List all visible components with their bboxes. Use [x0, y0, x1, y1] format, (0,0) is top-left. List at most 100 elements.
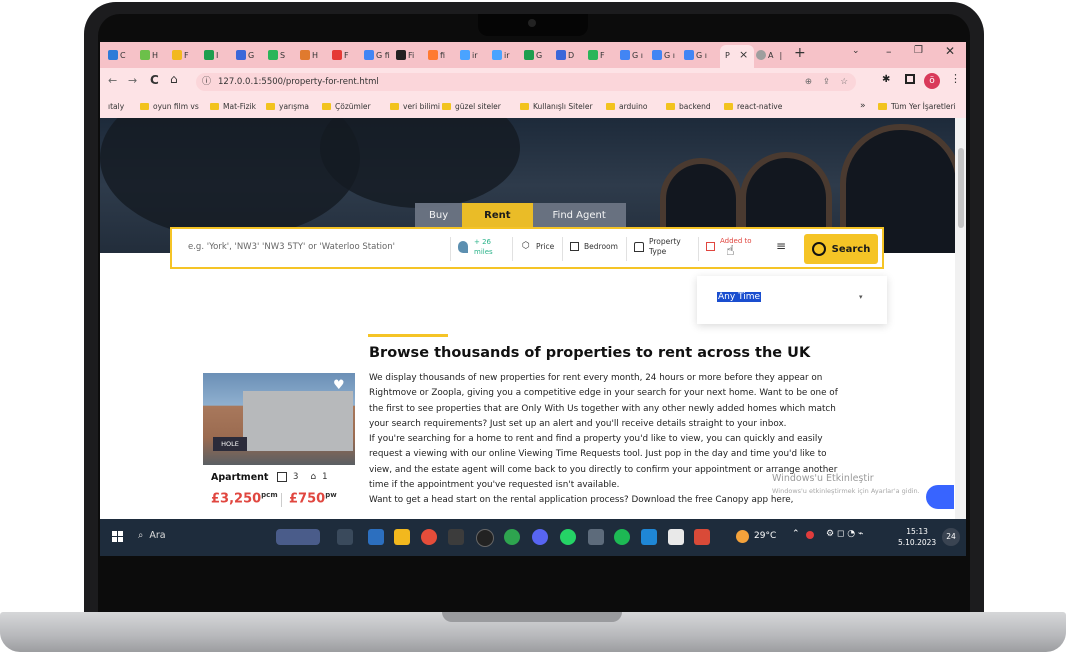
bookmark-item[interactable]: yarışma [266, 102, 309, 111]
clock[interactable]: 15:13 5.10.2023 [898, 526, 936, 548]
kebab-menu-icon[interactable]: ⋮ [950, 72, 961, 85]
tray-app-icon[interactable] [806, 531, 814, 539]
bookmark-label: Mat-Fizik [223, 102, 256, 111]
close-tab-icon[interactable]: × [739, 48, 748, 61]
reload-icon[interactable]: C [150, 73, 159, 87]
windows-start-icon[interactable] [112, 531, 124, 543]
added-to-dropdown[interactable]: Any Time ▾ [697, 276, 887, 324]
vscode-icon[interactable] [641, 529, 657, 545]
tab[interactable]: G [236, 46, 254, 64]
tab[interactable]: F [588, 46, 605, 64]
scrollbar-thumb[interactable] [958, 148, 964, 228]
app-icon[interactable] [368, 529, 384, 545]
discord-icon[interactable] [532, 529, 548, 545]
assistant-bubble-icon[interactable] [926, 485, 954, 509]
bookmark-item[interactable]: güzel siteler [442, 102, 501, 111]
window-close-icon[interactable]: ✕ [945, 44, 955, 58]
tab[interactable]: G ı [652, 46, 675, 64]
bookmark-item[interactable]: ıtaly [108, 102, 124, 111]
tab[interactable]: D [556, 46, 574, 64]
new-tab-icon[interactable]: + [794, 45, 806, 61]
radius-selector[interactable]: + 26 miles [474, 237, 500, 257]
dropdown-selected-option[interactable]: Any Time [717, 292, 762, 302]
tab[interactable]: A | [756, 46, 782, 64]
bookmarks-overflow-icon[interactable]: » [860, 101, 866, 111]
tab[interactable]: G fi [364, 46, 390, 64]
tab-search-chevron-icon[interactable]: ⌄ [852, 46, 860, 56]
bookmark-star-icon[interactable]: ☆ [840, 73, 848, 91]
tab[interactable]: I [204, 46, 218, 64]
tab[interactable]: Fi [396, 46, 414, 64]
temperature[interactable]: 29°C [754, 531, 776, 541]
bookmark-item[interactable]: Çözümler [322, 102, 371, 111]
chevron-up-icon[interactable]: ⌃ [792, 529, 800, 539]
all-bookmarks[interactable]: Tüm Yer İşaretleri [878, 102, 956, 111]
folder-icon [390, 103, 399, 110]
bookmark-item[interactable]: backend [666, 102, 711, 111]
chrome-icon[interactable] [421, 529, 437, 545]
search-button[interactable]: Search [804, 234, 878, 264]
bedroom-filter[interactable]: Bedroom [584, 242, 618, 251]
tab[interactable]: G ı [684, 46, 707, 64]
url-field[interactable]: ⓘ 127.0.0.1:5500/property-for-rent.html … [196, 73, 856, 91]
app-icon[interactable] [504, 529, 520, 545]
side-panel-icon[interactable] [905, 74, 915, 84]
tab[interactable]: S [268, 46, 285, 64]
tab[interactable]: F [332, 46, 349, 64]
bookmark-item[interactable]: Mat-Fizik [210, 102, 256, 111]
tab[interactable]: ir [492, 46, 510, 64]
bookmark-item[interactable]: Kullanışlı Siteler [520, 102, 593, 111]
terminal-icon[interactable] [448, 529, 464, 545]
tab[interactable]: H [140, 46, 158, 64]
bookmark-item[interactable]: veri bilimi [390, 102, 440, 111]
bookmark-item[interactable]: react-native [724, 102, 782, 111]
share-icon[interactable]: ⇪ [823, 73, 830, 91]
back-arrow-icon[interactable]: ← [108, 74, 117, 87]
bookmark-item[interactable]: oyun film vs [140, 102, 199, 111]
time: 15:13 [906, 527, 928, 536]
added-to-filter[interactable]: Added to [720, 237, 752, 245]
tab-buy[interactable]: Buy [415, 203, 463, 229]
tab[interactable]: fi [428, 46, 445, 64]
spotify-icon[interactable] [614, 529, 630, 545]
zoom-icon[interactable]: ⊕ [805, 73, 812, 91]
file-explorer-icon[interactable] [394, 529, 410, 545]
laptop-groove [442, 612, 622, 622]
tab[interactable]: G [524, 46, 542, 64]
home-icon[interactable]: ⌂ [170, 72, 178, 86]
tab-find-agent[interactable]: Find Agent [532, 203, 626, 229]
property-card[interactable]: HOLE ♥ Apartment 3 ⌂ 1 £3,250pcm £750pw [203, 373, 355, 519]
filter-icon[interactable]: ≡ [776, 239, 786, 253]
tab[interactable]: F [172, 46, 189, 64]
calculator-icon[interactable] [588, 529, 604, 545]
active-tab[interactable]: P × [720, 45, 754, 68]
minimize-icon[interactable]: – [886, 45, 892, 58]
tab[interactable]: ir [460, 46, 478, 64]
notification-badge[interactable]: 24 [942, 528, 960, 546]
github-icon[interactable] [476, 529, 494, 547]
task-view-icon[interactable] [337, 529, 353, 545]
price-filter[interactable]: Price [536, 242, 554, 251]
tab-rent[interactable]: Rent [462, 203, 533, 229]
taskbar-search[interactable]: ⌕ Ara [138, 530, 166, 541]
chevron-down-icon[interactable]: ▾ [859, 293, 863, 301]
favourite-heart-icon[interactable]: ♥ [333, 379, 347, 393]
tab[interactable]: G ı [620, 46, 643, 64]
forward-arrow-icon[interactable]: → [128, 74, 137, 87]
tab[interactable]: C [108, 46, 126, 64]
location-search-input[interactable]: e.g. 'York', 'NW3' 'NW3 5TY' or 'Waterlo… [188, 242, 395, 252]
site-info-icon[interactable]: ⓘ [202, 73, 211, 91]
tab[interactable]: H [300, 46, 318, 64]
store-icon[interactable] [668, 529, 684, 545]
maximize-icon[interactable]: ❐ [914, 45, 923, 56]
bookmark-item[interactable]: arduino [606, 102, 648, 111]
profile-avatar[interactable]: ö [924, 73, 940, 89]
tray-icons[interactable]: ⚙ ◻ ◔ ⌁ [826, 529, 863, 539]
heading-accent-bar [368, 334, 448, 337]
extensions-puzzle-icon[interactable]: ✱ [882, 74, 890, 85]
widget-illustration-icon[interactable] [276, 529, 320, 545]
app-icon[interactable] [694, 529, 710, 545]
whatsapp-icon[interactable] [560, 529, 576, 545]
bedroom-count: 3 [293, 472, 299, 482]
property-type-filter[interactable]: Property Type [649, 237, 685, 257]
